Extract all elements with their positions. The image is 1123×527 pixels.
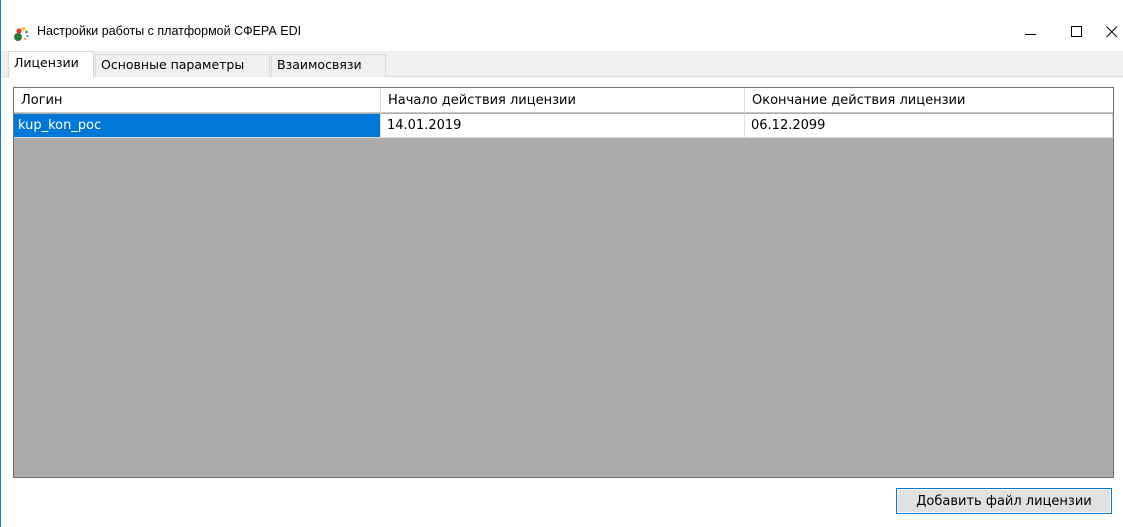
tab-licenses[interactable]: Лицензии [8,51,94,78]
minimize-icon [1025,34,1036,35]
tab-relationships[interactable]: Взаимосвязи [271,54,386,77]
close-button[interactable] [1100,18,1123,48]
sfera-edi-logo-icon [14,27,29,41]
window-title: Настройки работы с платформой СФЕРА EDI [37,24,302,38]
table-row[interactable]: kup_kon_poc 14.01.2019 06.12.2099 [14,114,1113,138]
minimize-button[interactable] [1008,18,1054,48]
tab-main-parameters[interactable]: Основные параметры [95,54,270,77]
licenses-grid[interactable]: Логин Начало действия лицензии Окончание… [13,87,1114,478]
column-header-start-date[interactable]: Начало действия лицензии [381,88,745,113]
column-header-login[interactable]: Логин [14,88,381,113]
tab-strip: Лицензии Основные параметры Взаимосвязи [1,51,1123,78]
cell-end-date[interactable]: 06.12.2099 [745,114,1113,138]
add-license-file-button[interactable]: Добавить файл лицензии [896,488,1112,514]
close-icon [1106,26,1118,38]
settings-window: Настройки работы с платформой СФЕРА EDI … [0,0,1123,527]
grid-header: Логин Начало действия лицензии Окончание… [14,88,1113,113]
cell-login[interactable]: kup_kon_poc [14,114,381,138]
column-header-end-date[interactable]: Окончание действия лицензии [745,88,1113,113]
licenses-tab-page: Логин Начало действия лицензии Окончание… [1,77,1123,527]
title-bar[interactable]: Настройки работы с платформой СФЕРА EDI [1,0,1123,50]
maximize-icon [1071,26,1082,37]
cell-start-date[interactable]: 14.01.2019 [381,114,745,138]
maximize-button[interactable] [1054,18,1100,48]
